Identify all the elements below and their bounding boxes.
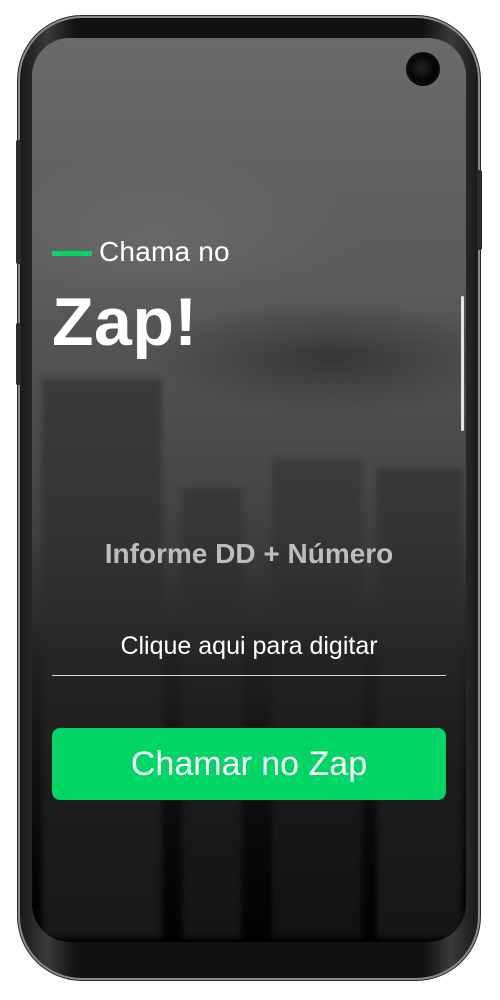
bixby-button	[16, 323, 21, 385]
front-camera-icon	[408, 54, 438, 84]
accent-line	[52, 250, 92, 256]
call-on-zap-button[interactable]: Chamar no Zap	[52, 728, 446, 800]
phone-number-input[interactable]	[52, 618, 446, 675]
background-building	[272, 458, 362, 938]
phone-input-wrapper	[52, 618, 446, 676]
scroll-indicator	[461, 296, 464, 431]
app-screen: Chama no Zap! Informe DD + Número Chamar…	[32, 38, 466, 942]
tagline: Chama no	[52, 236, 230, 268]
phone-prompt-label: Informe DD + Número	[104, 538, 394, 569]
page-title: Zap!	[52, 284, 198, 360]
volume-button	[16, 140, 21, 264]
power-button	[477, 170, 482, 250]
tagline-text: Chama no	[99, 236, 230, 267]
